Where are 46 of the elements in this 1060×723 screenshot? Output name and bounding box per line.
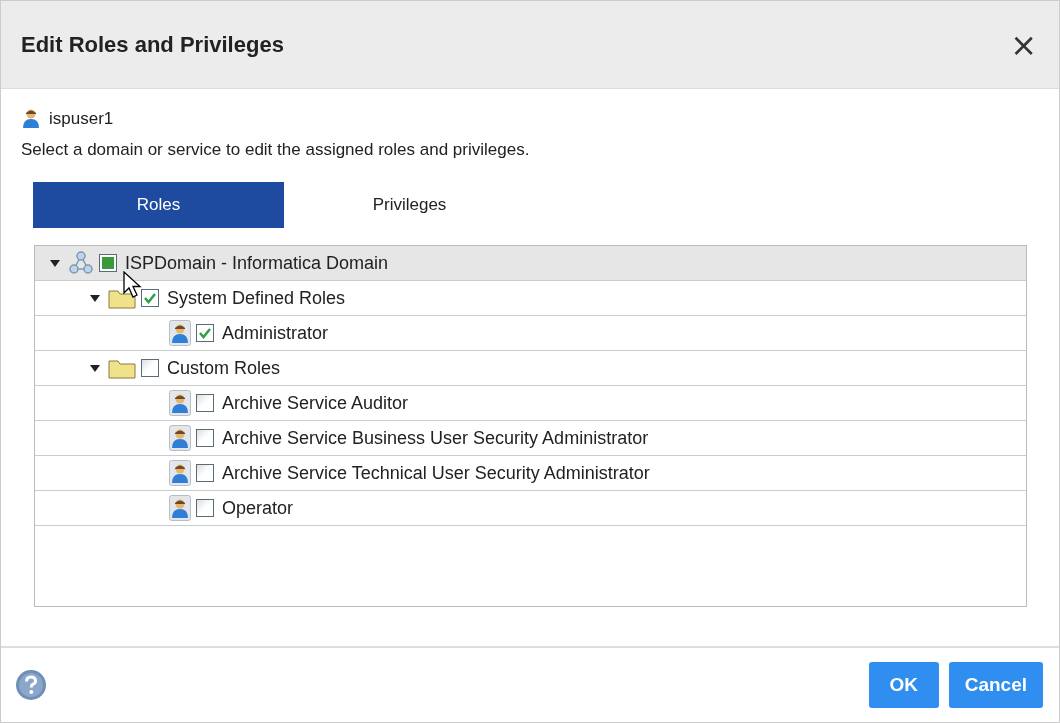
tab[interactable]: Roles [33,182,284,228]
expanded-arrow-icon[interactable] [89,293,101,303]
expanded-arrow-icon[interactable] [49,258,61,268]
tree-row[interactable]: Operator [35,491,1026,526]
checkbox[interactable] [196,499,214,517]
tree-row[interactable]: Archive Service Auditor [35,386,1026,421]
check-icon [143,292,157,304]
tree-row[interactable]: System Defined Roles [35,281,1026,316]
tree-row[interactable]: Administrator [35,316,1026,351]
network-icon [68,250,94,276]
tree-row[interactable]: Archive Service Business User Security Administrator [35,421,1026,456]
folder-icon [108,357,136,379]
partial-check-icon [102,257,114,269]
expanded-arrow-icon[interactable] [89,363,101,373]
window-title: Edit Roles and Privileges [21,31,284,58]
tree-row[interactable]: ISPDomain - Informatica Domain [35,246,1026,281]
folder-icon [108,287,136,309]
instruction-text: Select a domain or service to edit the assigned roles and privileges. [21,140,531,160]
tree-item-label: Archive Service Technical User Security Administrator [222,462,650,484]
checkbox[interactable] [196,464,214,482]
check-icon [198,327,212,339]
help-icon[interactable] [15,669,47,701]
person-icon [169,390,191,416]
checkbox[interactable] [141,289,159,307]
tree-row[interactable]: Archive Service Technical User Security Administrator [35,456,1026,491]
tree-item-label: Administrator [222,322,329,344]
checkbox[interactable] [141,359,159,377]
person-icon [169,495,191,521]
checkbox[interactable] [99,254,117,272]
tree-item-label: Custom Roles [167,357,281,379]
tree-item-label: ISPDomain - Informatica Domain [125,252,389,274]
user-name: ispuser1 [49,109,114,129]
tree-item-label: Archive Service Auditor [222,392,409,414]
tree-item-label: Operator [222,497,294,519]
tree-item-label: Archive Service Business User Security Administrator [222,427,649,449]
person-icon [169,460,191,486]
person-icon [169,425,191,451]
checkbox[interactable] [196,324,214,342]
checkbox[interactable] [196,394,214,412]
close-button[interactable]: × [1006,28,1041,61]
tree-item-label: System Defined Roles [167,287,346,309]
mouse-cursor-icon [123,271,143,299]
checkbox[interactable] [196,429,214,447]
tree-row[interactable]: Custom Roles [35,351,1026,386]
user-icon [21,108,41,130]
person-icon [169,320,191,346]
